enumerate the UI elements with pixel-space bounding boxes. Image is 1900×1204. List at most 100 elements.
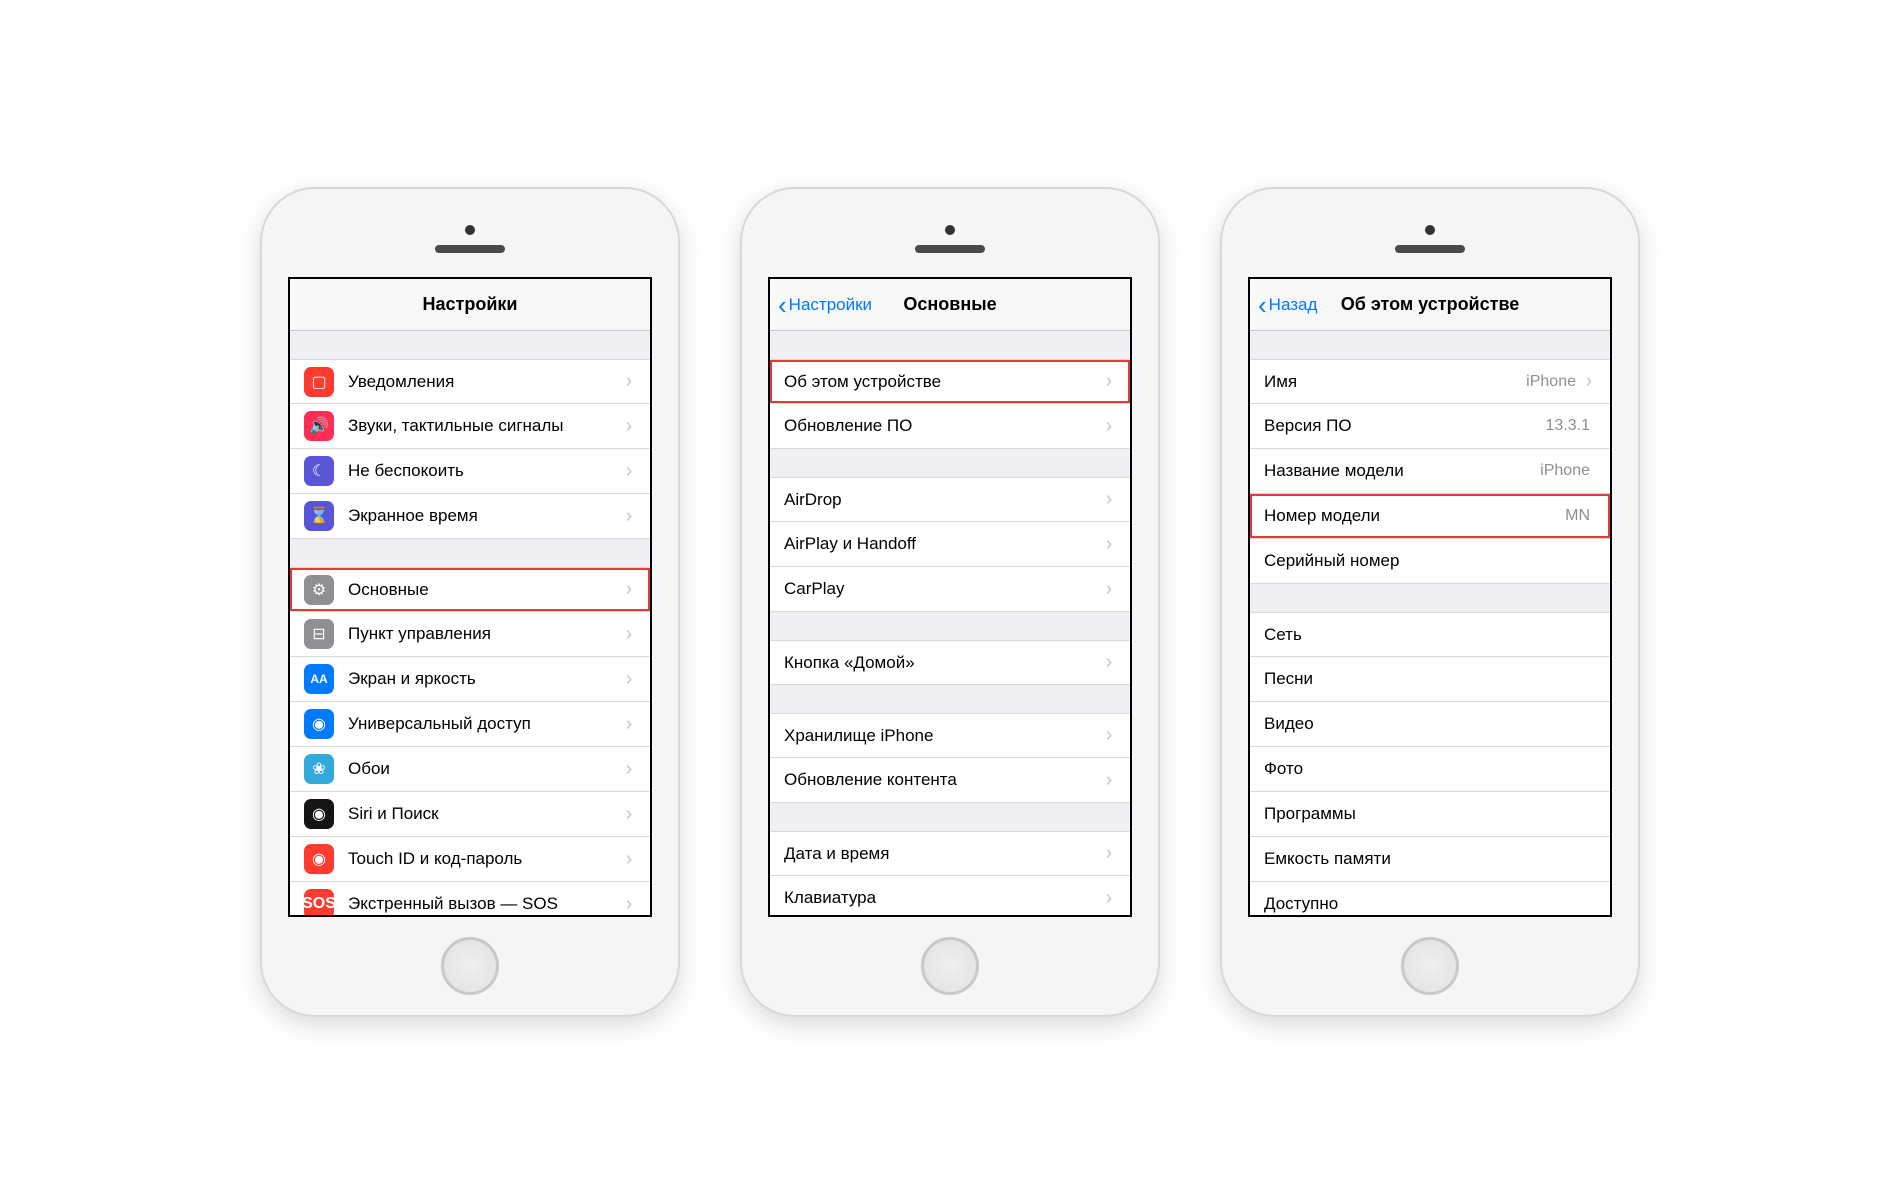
row-label: Об этом устройстве [784,372,1102,392]
chevron-right-icon: › [622,460,636,483]
row-value: 13.3.1 [1546,417,1590,435]
chevron-left-icon: ‹ [1258,292,1267,318]
row-label: AirPlay и Handoff [784,534,1102,554]
chevron-right-icon: › [1102,651,1116,674]
list-row[interactable]: AirPlay и Handoff› [770,522,1130,567]
row-label: Хранилище iPhone [784,726,1102,746]
row-label: Touch ID и код-пароль [348,849,622,869]
access-icon: ◉ [304,709,334,739]
list-row[interactable]: Песни [1250,657,1610,702]
chevron-right-icon: › [622,578,636,601]
chevron-right-icon: › [1582,370,1596,393]
settings-row[interactable]: ◉ Touch ID и код-пароль› [290,837,650,882]
settings-row[interactable]: 🔊Звуки, тактильные сигналы› [290,404,650,449]
list-row[interactable]: Название моделиiPhone [1250,449,1610,494]
list-row[interactable]: Обновление контента› [770,758,1130,803]
settings-row[interactable]: ⚙Основные› [290,567,650,612]
row-label: CarPlay [784,579,1102,599]
chevron-right-icon: › [1102,488,1116,511]
phone-speaker [1395,245,1465,253]
chevron-right-icon: › [1102,415,1116,438]
list-row[interactable]: Программы [1250,792,1610,837]
home-button[interactable] [1401,937,1459,995]
list-row[interactable]: CarPlay› [770,567,1130,612]
row-label: Дата и время [784,844,1102,864]
chevron-right-icon: › [622,713,636,736]
chevron-right-icon: › [622,623,636,646]
navbar: Настройки [290,279,650,331]
list-row[interactable]: ИмяiPhone› [1250,359,1610,404]
settings-row[interactable]: AAЭкран и яркость› [290,657,650,702]
list-row[interactable]: Фото [1250,747,1610,792]
row-label: Имя [1264,372,1526,392]
row-label: Универсальный доступ [348,714,622,734]
chevron-right-icon: › [622,848,636,871]
settings-row[interactable]: ◉Siri и Поиск› [290,792,650,837]
list-row[interactable]: Сеть [1250,612,1610,657]
general-list[interactable]: Об этом устройстве›Обновление ПО› AirDro… [770,331,1130,915]
list-row[interactable]: Дата и время› [770,831,1130,876]
screen-settings: Настройки ▢Уведомления›🔊Звуки, тактильны… [288,277,652,917]
screen-general: ‹ Настройки Основные Об этом устройстве›… [768,277,1132,917]
list-row[interactable]: Серийный номер [1250,539,1610,584]
dnd-icon: ☾ [304,456,334,486]
settings-row[interactable]: ⌛Экранное время› [290,494,650,539]
row-label: Сеть [1264,625,1596,645]
back-button[interactable]: ‹ Назад [1258,292,1317,318]
settings-list[interactable]: ▢Уведомления›🔊Звуки, тактильные сигналы›… [290,331,650,915]
chevron-right-icon: › [622,668,636,691]
settings-row[interactable]: ◉ Универсальный доступ› [290,702,650,747]
navbar: ‹ Назад Об этом устройстве [1250,279,1610,331]
settings-row[interactable]: ▢Уведомления› [290,359,650,404]
home-button[interactable] [921,937,979,995]
row-label: Не беспокоить [348,461,622,481]
navbar: ‹ Настройки Основные [770,279,1130,331]
phone-speaker [435,245,505,253]
settings-row[interactable]: SOSЭкстренный вызов — SOS› [290,882,650,915]
screen-icon: ⌛ [304,501,334,531]
chevron-right-icon: › [1102,887,1116,910]
chevron-right-icon: › [1102,370,1116,393]
list-row[interactable]: Об этом устройстве› [770,359,1130,404]
navbar-title: Настройки [423,294,518,315]
chevron-right-icon: › [622,370,636,393]
row-label: Основные [348,580,622,600]
phone-mockup-2: ‹ Настройки Основные Об этом устройстве›… [740,187,1160,1017]
list-row[interactable]: Хранилище iPhone› [770,713,1130,758]
back-button[interactable]: ‹ Настройки [778,292,872,318]
siri-icon: ◉ [304,799,334,829]
chevron-right-icon: › [622,893,636,916]
settings-row[interactable]: ❀Обои› [290,747,650,792]
chevron-right-icon: › [622,415,636,438]
row-label: Номер модели [1264,506,1565,526]
ctrl-icon: ⊟ [304,619,334,649]
disp-icon: AA [304,664,334,694]
phone-mockup-1: Настройки ▢Уведомления›🔊Звуки, тактильны… [260,187,680,1017]
settings-row[interactable]: ☾ Не беспокоить› [290,449,650,494]
list-row[interactable]: Обновление ПО› [770,404,1130,449]
about-list[interactable]: ИмяiPhone›Версия ПО13.3.1Название модели… [1250,331,1610,915]
list-row[interactable]: Видео [1250,702,1610,747]
list-row[interactable]: Емкость памяти [1250,837,1610,882]
row-label: Обои [348,759,622,779]
row-label: Пункт управления [348,624,622,644]
list-row[interactable]: Доступно [1250,882,1610,915]
touch-icon: ◉ [304,844,334,874]
list-row[interactable]: Номер моделиMN [1250,494,1610,539]
row-label: Видео [1264,714,1596,734]
screen-about: ‹ Назад Об этом устройстве ИмяiPhone›Вер… [1248,277,1612,917]
list-row[interactable]: Кнопка «Домой»› [770,640,1130,685]
chevron-right-icon: › [622,505,636,528]
row-label: Обновление ПО [784,416,1102,436]
row-label: AirDrop [784,490,1102,510]
settings-row[interactable]: ⊟ Пункт управления› [290,612,650,657]
list-row[interactable]: Клавиатура› [770,876,1130,915]
list-row[interactable]: Версия ПО13.3.1 [1250,404,1610,449]
list-row[interactable]: AirDrop› [770,477,1130,522]
row-label: Песни [1264,669,1596,689]
row-label: Название модели [1264,461,1540,481]
sound-icon: 🔊 [304,411,334,441]
home-button[interactable] [441,937,499,995]
chevron-right-icon: › [1102,724,1116,747]
phone-mockup-3: ‹ Назад Об этом устройстве ИмяiPhone›Вер… [1220,187,1640,1017]
